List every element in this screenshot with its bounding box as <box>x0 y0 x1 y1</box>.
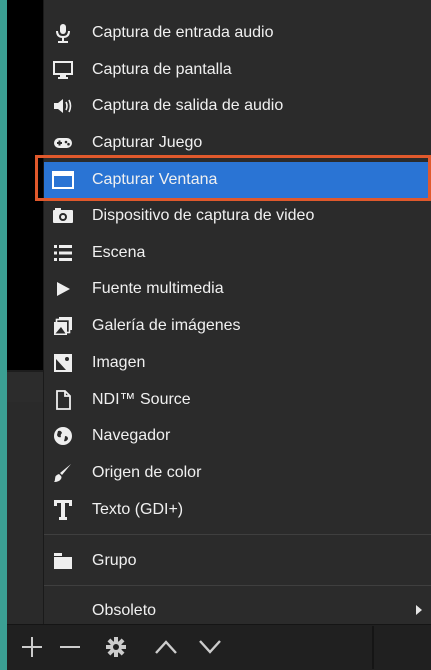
menu-item-label: Navegador <box>92 427 171 444</box>
menu-item-label: Captura de salida de audio <box>92 97 284 114</box>
list-icon <box>52 243 74 263</box>
panel-header <box>7 372 43 402</box>
text-icon <box>52 500 74 520</box>
remove-icon[interactable] <box>55 627 85 667</box>
selection-highlight-box <box>35 155 431 201</box>
menu-item-label: Captura de entrada audio <box>92 24 274 41</box>
play-icon <box>52 279 74 299</box>
speaker-icon <box>52 96 74 116</box>
menu-item-media-source[interactable]: Fuente multimedia <box>44 271 431 307</box>
menu-item-display-capture[interactable]: Captura de pantalla <box>44 52 431 88</box>
menu-item-scene[interactable]: Escena <box>44 235 431 271</box>
move-down-icon[interactable] <box>195 627 225 667</box>
camera-icon <box>52 206 74 226</box>
menu-item-label: NDI™ Source <box>92 391 191 408</box>
add-icon[interactable] <box>17 627 47 667</box>
menu-item-label: Origen de color <box>92 464 202 481</box>
menu-item-color-source[interactable]: Origen de color <box>44 455 431 491</box>
menu-separator <box>44 534 431 535</box>
menu-item-image-slideshow[interactable]: Galería de imágenes <box>44 308 431 344</box>
monitor-icon <box>52 60 74 80</box>
menu-item-label: Capturar Juego <box>92 134 203 151</box>
gear-icon[interactable] <box>101 627 131 667</box>
menu-item-image[interactable]: Imagen <box>44 345 431 381</box>
gallery-icon <box>52 316 74 336</box>
menu-item-label: Captura de pantalla <box>92 61 232 78</box>
menu-item-label: Imagen <box>92 354 146 371</box>
menu-item-label: Obsoleto <box>92 602 157 619</box>
menu-separator <box>44 585 431 586</box>
menu-item-video-capture-device[interactable]: Dispositivo de captura de video <box>44 198 431 234</box>
panel-divider <box>372 626 374 669</box>
menu-item-audio-output-capture[interactable]: Captura de salida de audio <box>44 88 431 124</box>
brush-icon <box>52 463 74 483</box>
image-icon <box>52 353 74 373</box>
sources-panel <box>7 402 43 624</box>
globe-icon <box>52 426 74 446</box>
menu-item-browser[interactable]: Navegador <box>44 418 431 454</box>
add-source-context-menu: Captura de entrada audio Captura de pant… <box>43 0 431 624</box>
menu-item-text-gdi[interactable]: Texto (GDI+) <box>44 492 431 528</box>
sources-toolbar <box>7 624 431 670</box>
menu-item-ndi-source[interactable]: NDI™ Source <box>44 382 431 418</box>
submenu-arrow-icon <box>416 605 422 615</box>
menu-item-label: Escena <box>92 244 146 261</box>
microphone-icon <box>52 23 74 43</box>
move-up-icon[interactable] <box>151 627 181 667</box>
menu-item-label: Galería de imágenes <box>92 317 241 334</box>
file-icon <box>52 390 74 410</box>
folder-icon <box>52 551 74 571</box>
gamepad-icon <box>52 133 74 153</box>
menu-item-audio-input-capture[interactable]: Captura de entrada audio <box>44 15 431 51</box>
menu-item-label: Fuente multimedia <box>92 280 224 297</box>
menu-item-group[interactable]: Grupo <box>44 543 431 579</box>
menu-item-label: Texto (GDI+) <box>92 501 184 518</box>
menu-item-label: Grupo <box>92 552 137 569</box>
menu-item-label: Dispositivo de captura de video <box>92 207 315 224</box>
